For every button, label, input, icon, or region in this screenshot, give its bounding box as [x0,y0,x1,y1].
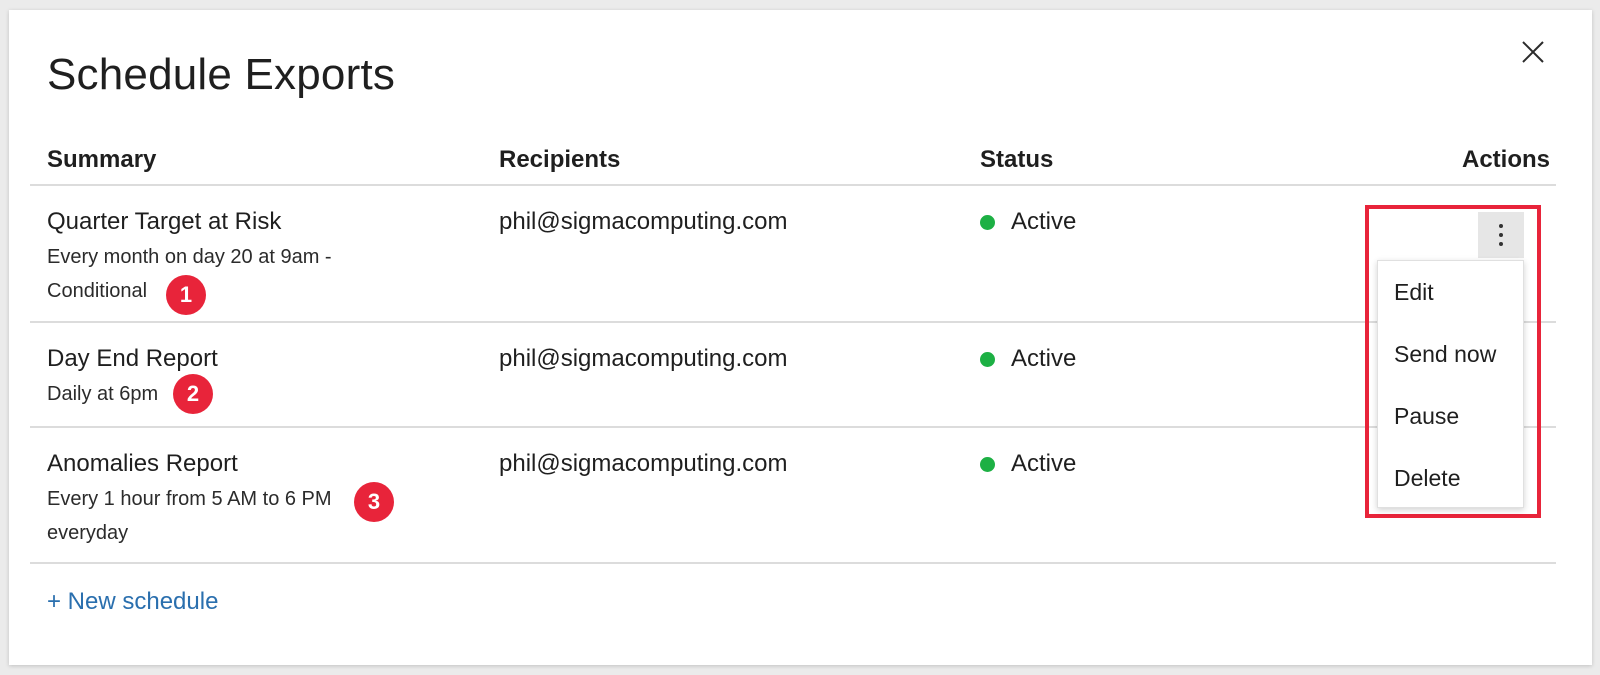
row-summary-title: Anomalies Report [47,450,238,477]
column-header-recipients: Recipients [499,146,621,173]
row-status: Active [980,450,1076,478]
status-label: Active [1011,450,1077,477]
row-divider [30,321,1556,323]
row-recipient: phil@sigmacomputing.com [499,208,788,235]
menu-item-delete[interactable]: Delete [1394,465,1460,492]
new-schedule-link[interactable]: + New schedule [47,588,218,616]
actions-menu: Edit Send now Pause Delete [1377,260,1524,508]
annotation-badge: 3 [354,482,394,522]
status-dot-icon [980,456,995,472]
row-summary-title: Day End Report [47,345,218,372]
row-schedule-line: everyday [47,522,129,544]
annotation-badge: 2 [173,374,213,414]
status-label: Active [1011,345,1077,372]
close-icon[interactable] [1515,34,1551,70]
schedule-exports-dialog: Schedule Exports Summary Recipients Stat… [9,10,1592,665]
row-schedule-line: Every 1 hour from 5 AM to 6 PM [47,488,332,510]
row-schedule-line: Every month on day 20 at 9am - [47,246,332,268]
row-divider [30,562,1556,564]
column-header-summary: Summary [47,146,157,173]
row-status: Active [980,208,1076,236]
row-summary-title: Quarter Target at Risk [47,208,282,235]
menu-item-send-now[interactable]: Send now [1394,341,1496,368]
row-recipient: phil@sigmacomputing.com [499,450,788,477]
menu-item-pause[interactable]: Pause [1394,403,1459,430]
status-dot-icon [980,351,995,367]
more-vertical-icon[interactable] [1478,212,1524,258]
row-schedule-line: Conditional [47,280,148,302]
menu-item-edit[interactable]: Edit [1394,279,1434,306]
dialog-title: Schedule Exports [47,50,396,99]
status-dot-icon [980,214,995,230]
column-header-status: Status [980,146,1054,173]
row-recipient: phil@sigmacomputing.com [499,345,788,372]
header-divider [30,184,1556,186]
row-status: Active [980,345,1076,373]
annotation-badge: 1 [166,275,206,315]
status-label: Active [1011,208,1077,235]
column-header-actions: Actions [1462,146,1551,173]
row-schedule-line: Daily at 6pm [47,383,159,405]
row-divider [30,426,1556,428]
